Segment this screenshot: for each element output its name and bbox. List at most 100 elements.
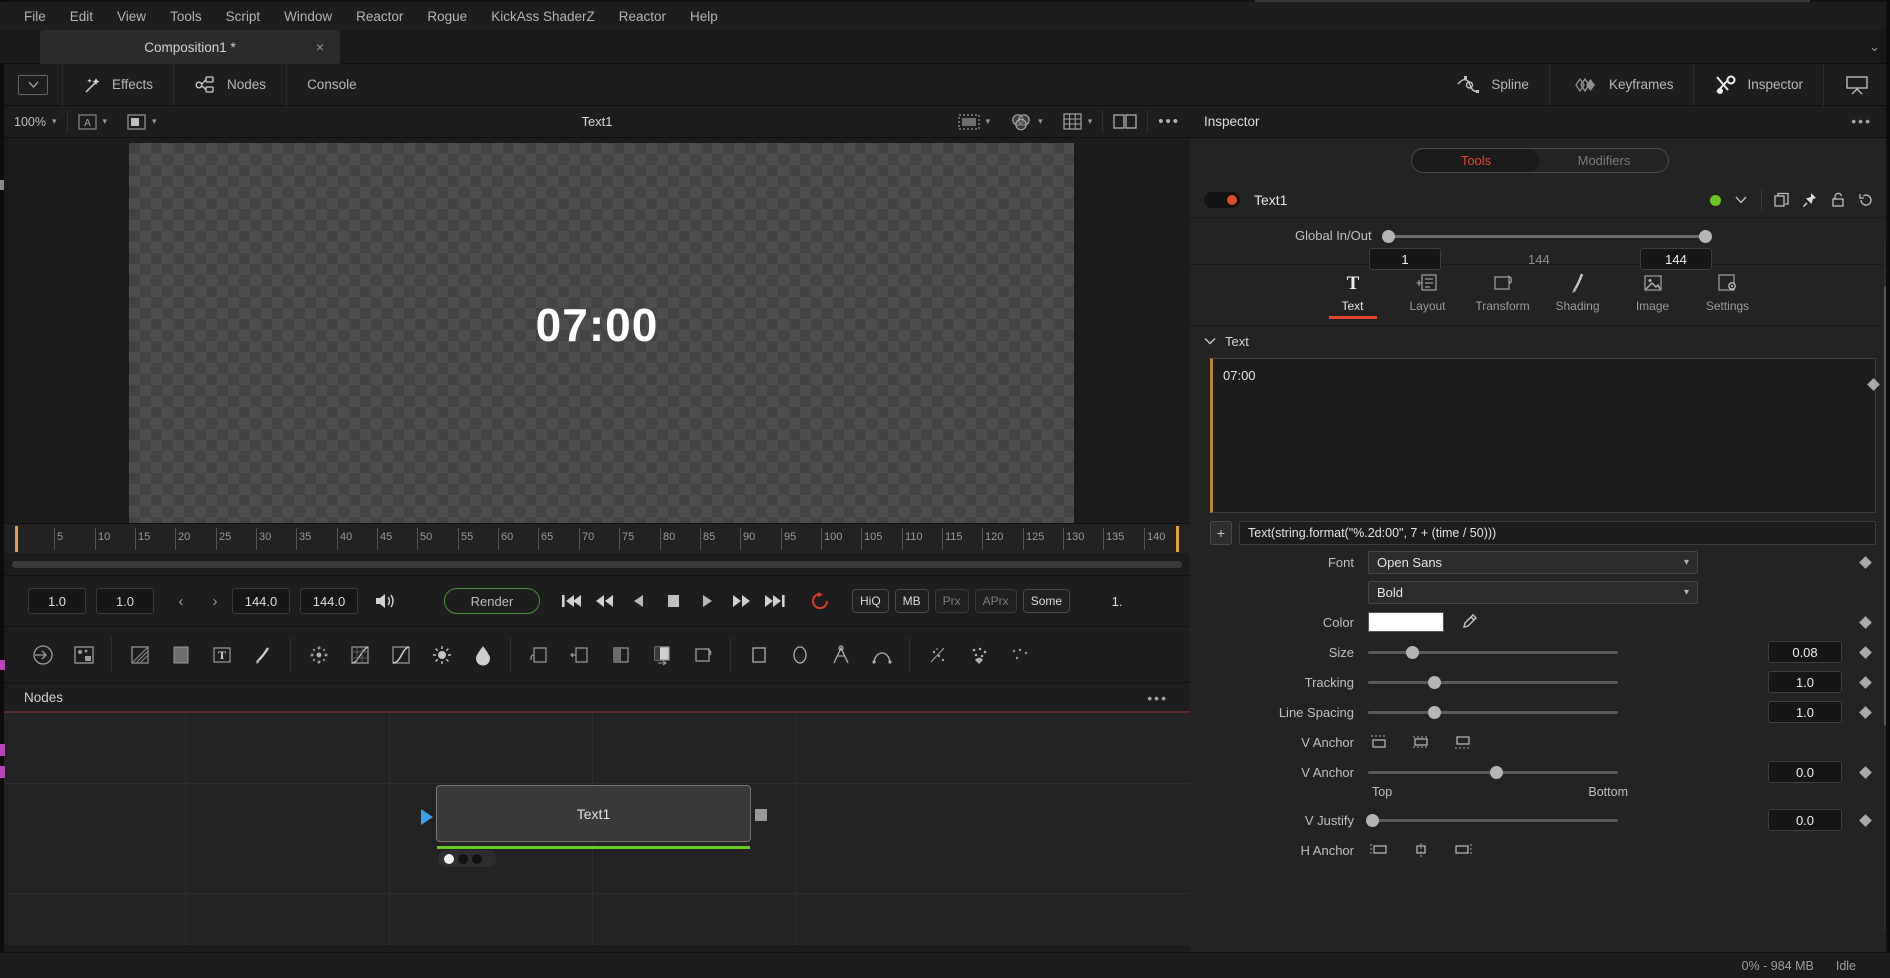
menu-item-window[interactable]: Window [272,5,344,28]
viewer-zoom-control[interactable]: 100% ▾ [4,106,67,138]
menu-item-edit[interactable]: Edit [58,5,105,28]
toolbar-keyframes-button[interactable]: Keyframes [1550,64,1694,106]
tool-transform-icon[interactable] [682,633,723,677]
global-in-out-track[interactable] [1388,235,1710,238]
line-spacing-slider[interactable] [1368,705,1618,719]
menu-item-help[interactable]: Help [678,5,730,28]
v-justify-value[interactable]: 0.0 [1768,809,1842,831]
toolbar-effects-button[interactable]: Effects [63,64,173,106]
node-view-toggle-1[interactable] [444,853,454,864]
tab-tools[interactable]: Tools [1412,148,1540,172]
menu-item-kickass-shaderz[interactable]: KickAss ShaderZ [479,5,607,28]
viewer-split-control[interactable] [1103,106,1147,138]
tool-dissolve-icon[interactable] [559,633,600,677]
chevron-down-icon[interactable]: ▾ [1038,116,1043,127]
toolbar-display-button[interactable] [1824,64,1890,106]
global-in-field[interactable]: 1 [1369,248,1441,270]
copy-icon[interactable] [1768,182,1796,218]
quality-mb-button[interactable]: MB [894,589,929,613]
color-swatch[interactable] [1368,612,1444,632]
toolbar-nodes-button[interactable]: Nodes [174,64,286,106]
keyframe-diamond-icon[interactable] [1859,675,1872,689]
pin-icon[interactable] [1796,182,1824,218]
timeline-scrollbar[interactable] [12,561,1182,568]
chevron-down-icon[interactable]: ▾ [152,116,157,127]
tool-rectangle-mask-icon[interactable] [738,633,779,677]
audio-speaker-icon[interactable] [368,586,402,616]
transport-current-field[interactable]: 1.0 [96,588,154,614]
chevron-down-icon[interactable]: ⌄ [1869,39,1880,55]
node-view-toggle-2[interactable] [458,853,468,864]
tool-merge-icon[interactable] [518,633,559,677]
step-forward-icon[interactable]: › [198,588,232,614]
text-section-header[interactable]: Text [1190,326,1890,356]
v-justify-slider[interactable] [1366,813,1618,827]
tool-ellipse-mask-icon[interactable] [779,633,820,677]
category-tab-text[interactable]: T Text [1315,271,1390,319]
tool-paint-icon[interactable] [242,633,283,677]
category-tab-settings[interactable]: Settings [1690,271,1765,319]
more-dots-icon[interactable]: ••• [1147,690,1168,706]
text-content-input[interactable]: 07:00 [1210,358,1876,513]
view-layout-dropdown[interactable] [18,74,48,95]
viewer-channel-control[interactable]: A ▾ [68,106,118,138]
keyframe-diamond-icon[interactable] [1859,705,1872,719]
toolbar-console-button[interactable]: Console [287,64,377,106]
reset-icon[interactable] [1852,182,1880,218]
toolbar-spline-button[interactable]: Spline [1436,64,1549,106]
tool-colorgain-icon[interactable] [462,633,503,677]
tool-brightnesscontrast-icon[interactable] [421,633,462,677]
menu-item-tools[interactable]: Tools [158,5,214,28]
quality-prx-button[interactable]: Prx [934,589,969,613]
node-enable-toggle[interactable] [1204,191,1240,208]
size-value[interactable]: 0.08 [1768,641,1842,663]
h-anchor-left-icon[interactable] [1368,842,1390,858]
node-view-toggle-3[interactable] [472,853,482,864]
loop-playback-icon[interactable] [804,586,838,616]
chevron-down-icon[interactable] [1727,182,1755,218]
slider-handle[interactable] [1428,705,1441,719]
tab-modifiers[interactable]: Modifiers [1540,149,1668,172]
keyframe-diamond-icon[interactable] [1859,813,1872,827]
stop-icon[interactable] [656,586,690,616]
size-slider[interactable] [1368,645,1618,659]
v-anchor-top-icon[interactable] [1368,734,1390,750]
transport-in-field[interactable]: 1.0 [28,588,86,614]
chevron-down-icon[interactable]: ▾ [1088,116,1093,127]
chevron-down-icon[interactable]: ▾ [52,116,57,127]
play-reverse-icon[interactable] [622,586,656,616]
viewer-layout-control[interactable]: ▾ [117,106,167,138]
tool-polygon-mask-icon[interactable] [820,633,861,677]
slider-handle[interactable] [1428,675,1441,689]
tool-colorcorrector-icon[interactable] [339,633,380,677]
viewer-canvas[interactable]: 07:00 [4,138,1190,534]
timeline-ruler[interactable]: 5 10 15 20 25 30 35 40 45 50 55 60 65 70 75 80 85 90 95 100… [4,523,1190,553]
transport-total-field[interactable]: 144.0 [300,588,358,614]
global-out-handle[interactable] [1699,230,1712,243]
quality-aprx-button[interactable]: APrx [974,589,1017,613]
menu-item-script[interactable]: Script [214,5,273,28]
global-out-field[interactable]: 144 [1640,248,1712,270]
tool-blur-icon[interactable] [298,633,339,677]
category-tab-image[interactable]: Image [1615,271,1690,319]
jump-to-start-icon[interactable] [554,586,588,616]
v-anchor-middle-icon[interactable] [1410,734,1432,750]
node-input-arrow-icon[interactable] [421,809,433,825]
transport-trailing-value[interactable]: 1. [1088,588,1146,614]
toolbar-inspector-button[interactable]: Inspector [1694,64,1823,106]
node-view-toggles[interactable] [438,850,496,867]
chevron-down-icon[interactable]: ▾ [986,116,991,127]
category-tab-layout[interactable]: Layout [1390,271,1465,319]
viewer-color-control[interactable]: ▾ [1000,106,1053,138]
quality-hiq-button[interactable]: HiQ [852,589,889,613]
jump-to-end-icon[interactable] [758,586,792,616]
tool-background-icon[interactable] [119,633,160,677]
node-text1[interactable]: Text1 [436,785,751,842]
add-expression-button[interactable]: + [1210,521,1232,545]
tool-bspline-mask-icon[interactable] [861,633,902,677]
tool-mattecontrol-icon[interactable] [641,633,682,677]
transport-out-field[interactable]: 144.0 [232,588,290,614]
more-dots-icon[interactable]: ••• [1851,113,1872,129]
viewer-more-options[interactable]: ••• [1148,106,1190,138]
keyframe-diamond-icon[interactable] [1859,555,1872,569]
